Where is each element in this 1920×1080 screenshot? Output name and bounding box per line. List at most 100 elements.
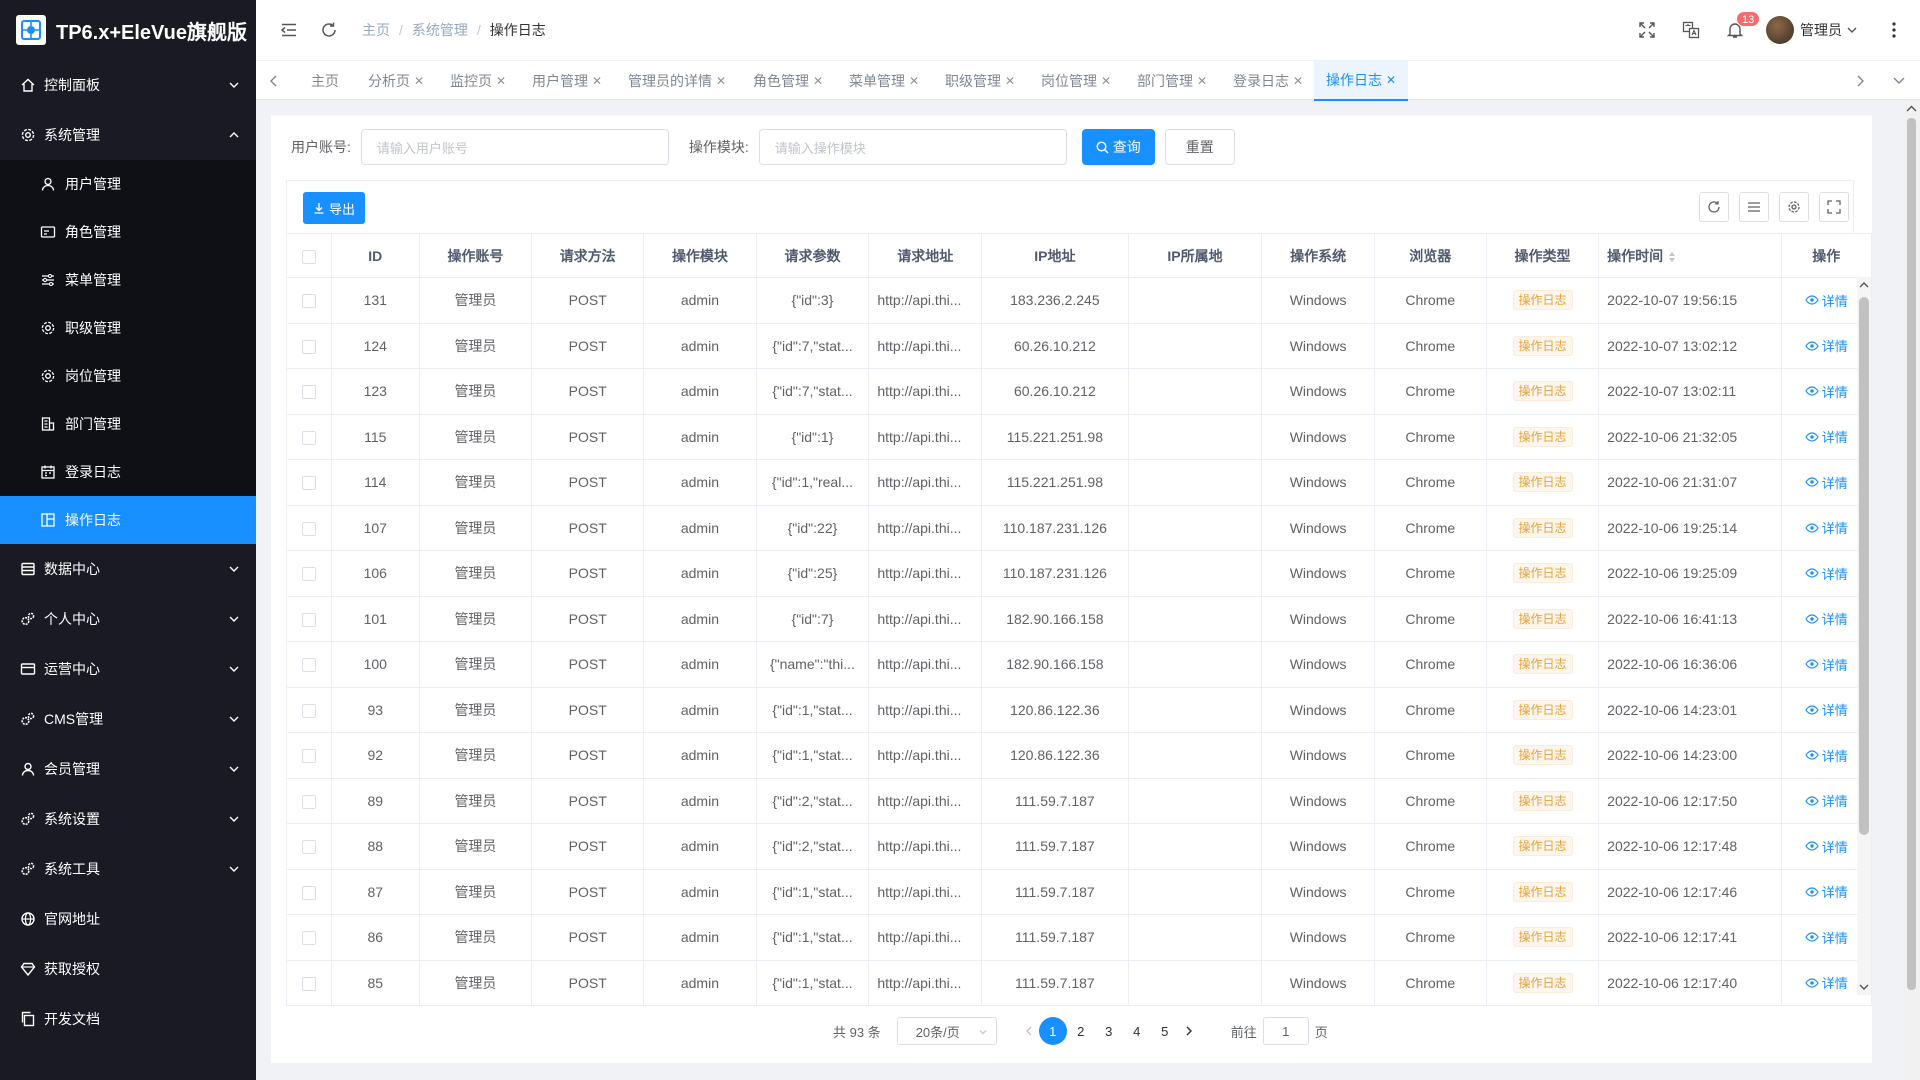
row-checkbox[interactable] <box>301 430 316 445</box>
detail-link[interactable]: 详情 <box>1805 700 1848 719</box>
detail-link[interactable]: 详情 <box>1805 609 1848 628</box>
detail-link[interactable]: 详情 <box>1805 564 1848 583</box>
detail-link[interactable]: 详情 <box>1805 973 1848 992</box>
collapse-sidebar-button[interactable] <box>280 21 298 39</box>
sidebar-item-tools[interactable]: 系统工具 <box>0 844 256 894</box>
tab-monitor[interactable]: 监控页 ✕ <box>450 61 506 101</box>
tab-users[interactable]: 用户管理 ✕ <box>532 61 602 101</box>
window-scrollbar-thumb[interactable] <box>1907 118 1916 990</box>
tab-home[interactable]: 主页 <box>311 61 339 101</box>
page-5[interactable]: 5 <box>1151 1017 1179 1045</box>
query-button[interactable]: 查询 <box>1081 129 1155 165</box>
row-checkbox[interactable] <box>301 976 316 991</box>
tab-roles[interactable]: 角色管理 ✕ <box>753 61 823 101</box>
table-fullscreen-button[interactable] <box>1819 192 1849 222</box>
detail-link[interactable]: 详情 <box>1805 473 1848 492</box>
table-scrollbar[interactable] <box>1857 277 1871 995</box>
close-icon[interactable]: ✕ <box>716 74 726 88</box>
sidebar-item-dashboard[interactable]: 控制面板 <box>0 60 256 110</box>
row-checkbox[interactable] <box>301 521 316 536</box>
tabs-scroll-right[interactable] <box>1854 74 1866 88</box>
col-time[interactable]: 操作时间 <box>1598 233 1782 278</box>
reset-button[interactable]: 重置 <box>1164 129 1235 165</box>
sidebar-item-operation-log[interactable]: 操作日志 <box>0 496 256 544</box>
select-all-checkbox[interactable] <box>301 249 316 264</box>
sidebar-item-system[interactable]: 系统管理 <box>0 110 256 160</box>
table-density-button[interactable] <box>1739 192 1769 222</box>
close-icon[interactable]: ✕ <box>1293 74 1303 88</box>
account-input[interactable]: 请输入用户账号 <box>360 129 669 165</box>
row-checkbox[interactable] <box>301 931 316 946</box>
detail-link[interactable]: 详情 <box>1805 427 1848 446</box>
sidebar-item-docs[interactable]: 开发文档 <box>0 994 256 1044</box>
row-checkbox[interactable] <box>301 339 316 354</box>
language-button[interactable] <box>1682 21 1700 39</box>
row-checkbox[interactable] <box>301 840 316 855</box>
row-checkbox[interactable] <box>301 658 316 673</box>
detail-link[interactable]: 详情 <box>1805 928 1848 947</box>
sidebar-item-data-center[interactable]: 数据中心 <box>0 544 256 594</box>
sidebar-item-menus[interactable]: 菜单管理 <box>0 256 256 304</box>
page-2[interactable]: 2 <box>1067 1017 1095 1045</box>
page-1[interactable]: 1 <box>1038 1017 1067 1045</box>
sidebar-item-login-log[interactable]: 登录日志 <box>0 448 256 496</box>
row-checkbox[interactable] <box>301 612 316 627</box>
detail-link[interactable]: 详情 <box>1805 382 1848 401</box>
close-icon[interactable]: ✕ <box>813 74 823 88</box>
tab-departments[interactable]: 部门管理 ✕ <box>1137 61 1207 101</box>
table-refresh-button[interactable] <box>1699 192 1729 222</box>
next-page-button[interactable] <box>1179 1025 1199 1037</box>
detail-link[interactable]: 详情 <box>1805 518 1848 537</box>
close-icon[interactable]: ✕ <box>592 74 602 88</box>
user-menu[interactable]: 管理员 <box>1766 16 1858 44</box>
detail-link[interactable]: 详情 <box>1805 837 1848 856</box>
close-icon[interactable]: ✕ <box>496 74 506 88</box>
row-checkbox[interactable] <box>301 385 316 400</box>
window-scrollbar[interactable] <box>1903 100 1920 1080</box>
refresh-button[interactable] <box>320 21 338 39</box>
close-icon[interactable]: ✕ <box>1005 74 1015 88</box>
tab-analysis[interactable]: 分析页 ✕ <box>368 61 424 101</box>
row-checkbox[interactable] <box>301 476 316 491</box>
tabs-dropdown[interactable] <box>1892 75 1906 87</box>
tab-positions[interactable]: 岗位管理 ✕ <box>1041 61 1111 101</box>
breadcrumb-home[interactable]: 主页 <box>362 20 390 40</box>
detail-link[interactable]: 详情 <box>1805 882 1848 901</box>
export-button[interactable]: 导出 <box>303 192 365 224</box>
sidebar-item-roles[interactable]: 角色管理 <box>0 208 256 256</box>
sidebar-item-members[interactable]: 会员管理 <box>0 744 256 794</box>
notifications-button[interactable]: 13 <box>1726 11 1761 39</box>
sidebar-item-personal[interactable]: 个人中心 <box>0 594 256 644</box>
sidebar-item-operations[interactable]: 运营中心 <box>0 644 256 694</box>
sidebar-item-users[interactable]: 用户管理 <box>0 160 256 208</box>
page-4[interactable]: 4 <box>1123 1017 1151 1045</box>
tab-ranks[interactable]: 职级管理 ✕ <box>945 61 1015 101</box>
row-checkbox[interactable] <box>301 703 316 718</box>
tab-menus[interactable]: 菜单管理 ✕ <box>849 61 919 101</box>
sidebar-item-positions[interactable]: 岗位管理 <box>0 352 256 400</box>
close-icon[interactable]: ✕ <box>1101 74 1111 88</box>
table-columns-button[interactable] <box>1779 192 1809 222</box>
sidebar-item-cms[interactable]: CMS管理 <box>0 694 256 744</box>
row-checkbox[interactable] <box>301 885 316 900</box>
module-input[interactable]: 请输入操作模块 <box>758 129 1067 165</box>
tab-operation-log[interactable]: 操作日志 ✕ <box>1314 61 1409 101</box>
tab-admin-detail[interactable]: 管理员的详情 ✕ <box>628 61 726 101</box>
sidebar-item-departments[interactable]: 部门管理 <box>0 400 256 448</box>
more-button[interactable] <box>1892 22 1896 38</box>
logo[interactable]: TP6.x+EleVue旗舰版 <box>0 0 256 60</box>
detail-link[interactable]: 详情 <box>1805 746 1848 765</box>
sidebar-item-license[interactable]: 获取授权 <box>0 944 256 994</box>
table-scrollbar-thumb[interactable] <box>1859 297 1869 835</box>
sidebar-item-website[interactable]: 官网地址 <box>0 894 256 944</box>
tabs-scroll-left[interactable] <box>268 74 280 88</box>
close-icon[interactable]: ✕ <box>909 74 919 88</box>
page-3[interactable]: 3 <box>1095 1017 1123 1045</box>
row-checkbox[interactable] <box>301 294 316 309</box>
fullscreen-button[interactable] <box>1638 21 1656 39</box>
detail-link[interactable]: 详情 <box>1805 291 1848 310</box>
goto-page-input[interactable]: 1 <box>1262 1017 1309 1045</box>
breadcrumb-system[interactable]: 系统管理 <box>412 20 468 40</box>
tab-login-log[interactable]: 登录日志 ✕ <box>1233 61 1303 101</box>
sort-icon[interactable] <box>1668 251 1676 263</box>
